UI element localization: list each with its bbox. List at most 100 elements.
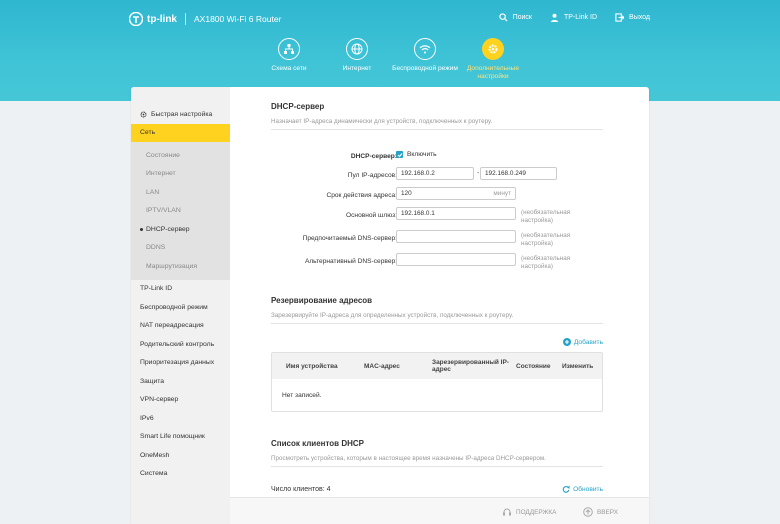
sidebar-subitem-label: IPTV/VLAN xyxy=(146,207,181,215)
reservation-section: Резервирование адресов Зарезервируйте IP… xyxy=(271,296,603,412)
sidebar-subitem-routing[interactable]: Маршрутизация xyxy=(131,257,230,276)
sidebar-item-parental[interactable]: Родительский контроль xyxy=(131,335,230,354)
logout-link[interactable]: Выход xyxy=(615,13,650,22)
checkbox-checked-icon xyxy=(396,151,403,158)
sidebar-item-ipv6[interactable]: IPv6 xyxy=(131,409,230,428)
content-area: DHCP-сервер Назначает IP-адреса динамиче… xyxy=(271,102,603,493)
page-footer: ПОДДЕРЖКА ВВЕРХ xyxy=(230,497,649,524)
sidebar-item-label: Сеть xyxy=(140,129,156,137)
col-reserved-ip: Зарезервированный IP-адрес xyxy=(432,359,509,373)
table-empty-row: Нет записей. xyxy=(272,379,602,411)
arrow-up-circle-icon xyxy=(583,507,593,517)
sidebar-item-label: NAT переадресация xyxy=(140,322,204,330)
lease-unit: минут xyxy=(493,190,511,197)
dhcp-form: DHCP-сервер: Включить Пул IP-адресов: 19… xyxy=(271,148,603,276)
lease-value: 120 xyxy=(401,190,412,197)
brand-divider xyxy=(185,13,186,25)
refresh-button[interactable]: Обновить xyxy=(562,485,603,493)
tplink-logo-icon xyxy=(129,12,143,26)
back-to-top-button[interactable]: ВВЕРХ xyxy=(583,507,618,517)
nav-wireless-label: Беспроводной режим xyxy=(392,65,458,72)
lease-input[interactable]: 120 минут xyxy=(396,187,516,200)
reservation-section-desc: Зарезервируйте IP-адреса для определенны… xyxy=(271,312,603,324)
network-map-icon xyxy=(278,38,300,60)
sidebar-item-onemesh[interactable]: OneMesh xyxy=(131,446,230,465)
ip-pool-row: Пул IP-адресов: 192.168.0.2 - 192.168.0.… xyxy=(271,167,603,187)
clients-count: Число клиентов: 4 xyxy=(271,485,331,493)
gateway-optional-note: (необязательная настройка) xyxy=(521,209,571,224)
clients-section-desc: Просмотреть устройства, которым в настоя… xyxy=(271,455,603,467)
sidebar-item-network[interactable]: Сеть xyxy=(131,123,230,142)
col-device-name: Имя устройства xyxy=(286,362,338,370)
col-edit: Изменить xyxy=(562,362,594,370)
dhcp-enable-checkbox[interactable]: Включить xyxy=(396,151,437,158)
dns2-input[interactable] xyxy=(396,253,516,266)
dns1-row: Предпочитаемый DNS-сервер: (необязательн… xyxy=(271,230,603,253)
dns1-input[interactable] xyxy=(396,230,516,243)
sidebar-item-qos[interactable]: Приоритезация данных xyxy=(131,354,230,373)
support-label: ПОДДЕРЖКА xyxy=(516,508,557,516)
sidebar-subitem-lan[interactable]: LAN xyxy=(131,183,230,202)
sidebar-subitem-label: DHCP-сервер xyxy=(146,225,190,233)
sidebar-item-label: VPN-сервер xyxy=(140,396,179,404)
sidebar-item-smart-life[interactable]: Smart Life помощник xyxy=(131,428,230,447)
sidebar-subitem-iptv[interactable]: IPTV/VLAN xyxy=(131,202,230,221)
user-icon xyxy=(550,13,559,22)
wifi-icon xyxy=(414,38,436,60)
sidebar-subitem-internet[interactable]: Интернет xyxy=(131,165,230,184)
sidebar-item-vpn[interactable]: VPN-сервер xyxy=(131,391,230,410)
nav-internet[interactable]: Интернет xyxy=(323,38,391,81)
current-bullet-icon xyxy=(140,227,143,231)
main-card: Быстрая настройка Сеть Состояние Интерне… xyxy=(131,87,649,524)
sidebar-item-quick-setup[interactable]: Быстрая настройка xyxy=(131,105,230,124)
reservation-table: Имя устройства MAC-адрес Зарезервированн… xyxy=(271,352,603,412)
sidebar-item-tplink-id[interactable]: TP-Link ID xyxy=(131,280,230,299)
sidebar-subitem-label: DDNS xyxy=(146,244,166,252)
nav-advanced-label: Дополнительные настройки xyxy=(466,65,520,80)
top-links: Поиск TP-Link ID Выход xyxy=(481,13,650,22)
nav-network-map-label: Схема сети xyxy=(271,65,307,72)
sidebar-item-wireless[interactable]: Беспроводной режим xyxy=(131,298,230,317)
nav-network-map[interactable]: Схема сети xyxy=(255,38,323,81)
sidebar-item-label: Быстрая настройка xyxy=(151,110,213,118)
sidebar-item-label: IPv6 xyxy=(140,414,154,422)
col-status: Состояние xyxy=(516,362,551,370)
add-reservation-button[interactable]: Добавить xyxy=(271,338,603,346)
sidebar-item-label: Приоритезация данных xyxy=(140,359,215,367)
sidebar-subitem-label: Маршрутизация xyxy=(146,262,198,270)
sidebar-subitem-ddns[interactable]: DDNS xyxy=(131,239,230,258)
search-link[interactable]: Поиск xyxy=(498,13,532,22)
brand: tp-link AX1800 Wi-Fi 6 Router xyxy=(129,12,281,26)
nav-wireless[interactable]: Беспроводной режим xyxy=(391,38,459,81)
ip-pool-start-input[interactable]: 192.168.0.2 xyxy=(396,167,474,180)
ip-pool-end-input[interactable]: 192.168.0.249 xyxy=(480,167,557,180)
table-header: Имя устройства MAC-адрес Зарезервированн… xyxy=(272,353,602,379)
sidebar-submenu-network: Состояние Интернет LAN IPTV/VLAN DHCP-се… xyxy=(131,142,230,280)
sidebar-subitem-dhcp[interactable]: DHCP-сервер xyxy=(131,220,230,239)
dns2-optional-note: (необязательная настройка) xyxy=(521,255,571,270)
logout-icon xyxy=(615,13,625,22)
support-button[interactable]: ПОДДЕРЖКА xyxy=(502,507,556,517)
logout-label: Выход xyxy=(629,14,650,21)
sidebar-item-nat[interactable]: NAT переадресация xyxy=(131,317,230,336)
router-model: AX1800 Wi-Fi 6 Router xyxy=(194,14,282,24)
lease-row: Срок действия адреса: 120 минут xyxy=(271,187,603,207)
gateway-input[interactable]: 192.168.0.1 xyxy=(396,207,516,220)
sidebar-subitem-status[interactable]: Состояние xyxy=(131,146,230,165)
sidebar-subitem-label: LAN xyxy=(146,188,160,196)
nav-advanced[interactable]: Дополнительные настройки xyxy=(459,38,527,98)
dns1-label: Предпочитаемый DNS-сервер: xyxy=(302,235,397,242)
globe-icon xyxy=(346,38,368,60)
col-mac: MAC-адрес xyxy=(364,362,400,370)
plus-circle-icon xyxy=(562,338,571,346)
top-label: ВВЕРХ xyxy=(597,508,619,516)
dns1-optional-note: (необязательная настройка) xyxy=(521,232,571,247)
dns2-row: Альтернативный DNS-сервер: (необязательн… xyxy=(271,253,603,276)
tplink-id-link[interactable]: TP-Link ID xyxy=(550,13,597,22)
sidebar-item-security[interactable]: Защита xyxy=(131,372,230,391)
dhcp-enable-row: DHCP-сервер: Включить xyxy=(271,148,603,167)
clients-section: Список клиентов DHCP Просмотреть устройс… xyxy=(271,439,603,493)
sidebar: Быстрая настройка Сеть Состояние Интерне… xyxy=(131,87,230,524)
dhcp-server-label: DHCP-сервер: xyxy=(350,153,397,160)
sidebar-item-system[interactable]: Система xyxy=(131,465,230,484)
